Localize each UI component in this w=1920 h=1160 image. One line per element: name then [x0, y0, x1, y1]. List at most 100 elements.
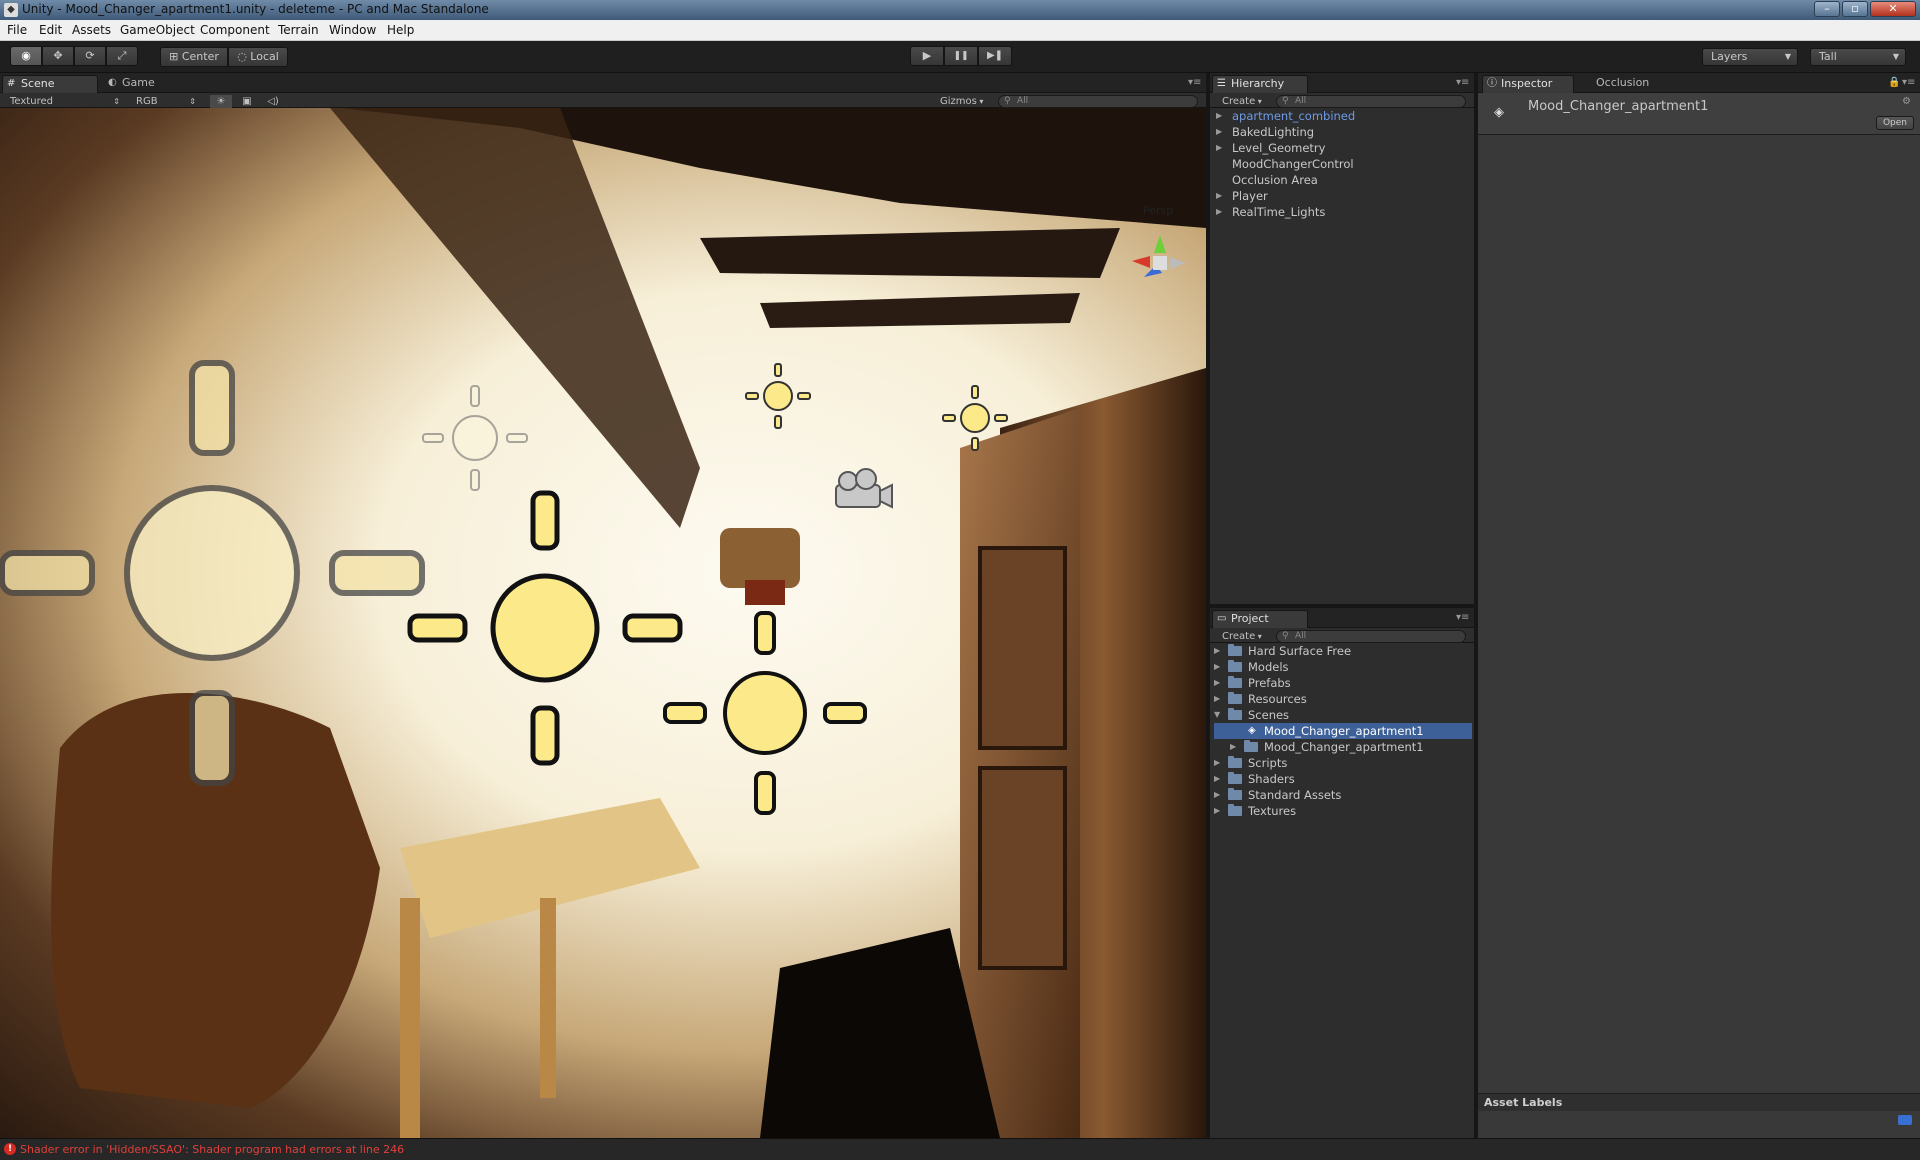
hierarchy-item[interactable]: ▶ apartment_combined: [1216, 108, 1472, 124]
project-item[interactable]: ▶ Standard Assets: [1214, 787, 1472, 803]
maximize-button[interactable]: ▫: [1842, 1, 1868, 17]
render-mode-dropdown[interactable]: Textured ⇕: [10, 95, 120, 109]
panel-menu-icon[interactable]: ▾≡: [1902, 77, 1915, 88]
expand-arrow-icon[interactable]: ▶: [1216, 188, 1222, 204]
expand-arrow-icon[interactable]: ▶: [1216, 108, 1222, 124]
gear-icon[interactable]: ⚙: [1902, 96, 1911, 107]
project-item[interactable]: ▶ Hard Surface Free: [1214, 643, 1472, 659]
expand-arrow-icon[interactable]: ▶: [1216, 204, 1222, 220]
menu-file[interactable]: File: [7, 23, 27, 37]
main-toolbar: ◉ ✥ ⟳ ⤢ ⊞ Center ◌ Local ▶ ❚❚ ▶❚ Layers ▼…: [0, 41, 1920, 73]
hierarchy-create-dropdown[interactable]: Create ▾: [1222, 95, 1268, 109]
scene-audio-toggle[interactable]: ◁): [262, 95, 284, 109]
expand-arrow-icon[interactable]: ▶: [1216, 124, 1222, 140]
space-local-button[interactable]: ◌ Local: [228, 47, 288, 67]
project-item-selected[interactable]: ◈ Mood_Changer_apartment1: [1214, 723, 1472, 739]
pivot-center-button[interactable]: ⊞ Center: [160, 47, 228, 67]
expand-arrow-icon[interactable]: ▶: [1214, 787, 1220, 803]
tab-scene[interactable]: # Scene: [2, 75, 98, 93]
menu-assets[interactable]: Assets: [72, 23, 111, 37]
tab-game[interactable]: ◐ Game: [104, 75, 184, 93]
layout-label: Tall: [1819, 50, 1837, 63]
light-gizmo-icon: [422, 385, 528, 491]
scene-viewport[interactable]: Persp: [0, 108, 1206, 1138]
gizmos-dropdown[interactable]: Gizmos ▾: [940, 95, 992, 109]
open-button[interactable]: Open: [1876, 116, 1914, 130]
error-icon: !: [4, 1143, 16, 1155]
project-item[interactable]: ▶ Shaders: [1214, 771, 1472, 787]
menu-help[interactable]: Help: [387, 23, 414, 37]
scene-lighting-toggle[interactable]: ☀: [210, 95, 232, 109]
expand-arrow-icon[interactable]: ▶: [1214, 755, 1220, 771]
create-label: Create: [1222, 96, 1256, 107]
expand-arrow-icon[interactable]: ▶: [1214, 643, 1220, 659]
hierarchy-item[interactable]: Occlusion Area: [1216, 172, 1472, 188]
status-message: Shader error in 'Hidden/SSAO': Shader pr…: [20, 1143, 405, 1156]
project-item[interactable]: ▶ Mood_Changer_apartment1: [1214, 739, 1472, 755]
scene-search-input[interactable]: ⚲ All: [998, 95, 1198, 108]
eye-icon: ◉: [21, 49, 31, 62]
rotate-tool-button[interactable]: ⟳: [74, 46, 106, 66]
project-item[interactable]: ▶ Resources: [1214, 691, 1472, 707]
search-icon: ⚲: [1004, 96, 1011, 106]
project-item[interactable]: ▼ Scenes: [1214, 707, 1472, 723]
hierarchy-item[interactable]: ▶ RealTime_Lights: [1216, 204, 1472, 220]
expand-arrow-icon[interactable]: ▶: [1214, 675, 1220, 691]
perspective-label[interactable]: Persp: [1143, 204, 1173, 217]
tab-hierarchy[interactable]: ☰ Hierarchy: [1212, 75, 1308, 93]
panel-menu-icon[interactable]: ▾≡: [1456, 77, 1469, 88]
search-icon: ⚲: [1282, 96, 1289, 106]
tab-inspector[interactable]: ⓘ Inspector: [1482, 75, 1574, 93]
hierarchy-item[interactable]: ▶ BakedLighting: [1216, 124, 1472, 140]
color-mode-dropdown[interactable]: RGB ⇕: [136, 95, 196, 109]
cabinet-panel-shape: [978, 546, 1067, 750]
pause-button[interactable]: ❚❚: [944, 46, 978, 66]
pivot-icon: ⊞: [169, 50, 182, 63]
panel-menu-icon[interactable]: ▾≡: [1188, 77, 1201, 88]
hierarchy-search-input[interactable]: ⚲ All: [1276, 95, 1466, 108]
rotate-icon: ⟳: [85, 49, 95, 62]
menu-window[interactable]: Window: [329, 23, 376, 37]
project-create-dropdown[interactable]: Create ▾: [1222, 630, 1268, 644]
project-item[interactable]: ▶ Prefabs: [1214, 675, 1472, 691]
menu-edit[interactable]: Edit: [39, 23, 62, 37]
layout-dropdown[interactable]: Tall ▼: [1810, 48, 1906, 66]
folder-icon: [1228, 644, 1242, 656]
hierarchy-item[interactable]: MoodChangerControl: [1216, 156, 1472, 172]
inspector-body: ◈ Mood_Changer_apartment1 ⚙ Open Asset L…: [1478, 93, 1920, 1138]
lock-icon[interactable]: 🔒: [1888, 77, 1900, 88]
hierarchy-item[interactable]: ▶ Player: [1216, 188, 1472, 204]
scene-fx-toggle[interactable]: ▣: [236, 95, 258, 109]
light-gizmo-icon: [663, 611, 867, 815]
project-item[interactable]: ▶ Textures: [1214, 803, 1472, 819]
project-item[interactable]: ▶ Models: [1214, 659, 1472, 675]
expand-arrow-icon[interactable]: ▶: [1214, 659, 1220, 675]
list-icon: ☰: [1217, 78, 1226, 89]
expand-arrow-icon[interactable]: ▶: [1214, 771, 1220, 787]
asset-label-icon[interactable]: [1898, 1115, 1912, 1125]
menu-terrain[interactable]: Terrain: [278, 23, 319, 37]
expand-arrow-icon[interactable]: ▶: [1214, 803, 1220, 819]
project-item[interactable]: ▶ Scripts: [1214, 755, 1472, 771]
layers-dropdown[interactable]: Layers ▼: [1702, 48, 1798, 66]
play-button[interactable]: ▶: [910, 46, 944, 66]
close-button[interactable]: ✕: [1870, 1, 1916, 17]
expand-arrow-icon[interactable]: ▶: [1216, 140, 1222, 156]
scale-tool-button[interactable]: ⤢: [106, 46, 138, 66]
step-button[interactable]: ▶❚: [978, 46, 1012, 66]
hierarchy-item[interactable]: ▶ Level_Geometry: [1216, 140, 1472, 156]
expand-arrow-icon[interactable]: ▶: [1214, 691, 1220, 707]
status-bar[interactable]: ! Shader error in 'Hidden/SSAO': Shader …: [0, 1138, 1920, 1160]
menu-gameobject[interactable]: GameObject: [120, 23, 195, 37]
menu-component[interactable]: Component: [200, 23, 270, 37]
collapse-arrow-icon[interactable]: ▼: [1214, 707, 1220, 723]
tab-occlusion[interactable]: Occlusion: [1578, 75, 1668, 93]
ceiling-beam-shape: [700, 228, 1120, 278]
move-tool-button[interactable]: ✥: [42, 46, 74, 66]
tab-project[interactable]: ▭ Project: [1212, 610, 1308, 628]
panel-menu-icon[interactable]: ▾≡: [1456, 612, 1469, 623]
view-tool-button[interactable]: ◉: [10, 46, 42, 66]
expand-arrow-icon[interactable]: ▶: [1230, 739, 1236, 755]
project-search-input[interactable]: ⚲ All: [1276, 630, 1466, 643]
minimize-button[interactable]: –: [1814, 1, 1840, 17]
